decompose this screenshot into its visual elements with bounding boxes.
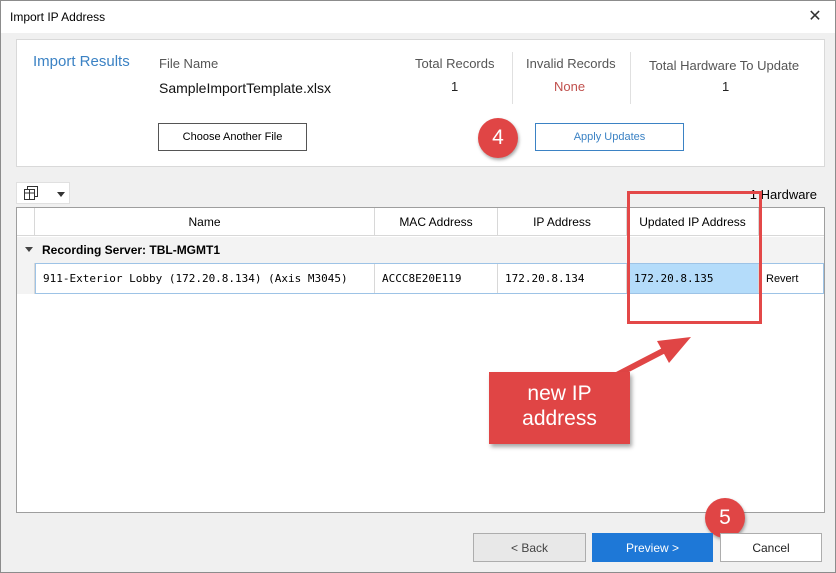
title-bar: Import IP Address ✕ bbox=[1, 1, 835, 33]
column-header-name[interactable]: Name bbox=[35, 208, 375, 236]
total-hardware-label: Total Hardware To Update bbox=[649, 58, 800, 73]
file-name-label: File Name bbox=[159, 56, 219, 71]
revert-link[interactable]: Revert bbox=[759, 264, 823, 293]
column-chooser-button[interactable] bbox=[16, 182, 70, 204]
step-4-badge: 4 bbox=[478, 118, 518, 158]
file-name-value: SampleImportTemplate.xlsx bbox=[159, 80, 331, 96]
divider bbox=[630, 52, 631, 104]
column-header-action bbox=[759, 208, 824, 236]
updated-ip-highlight-box bbox=[627, 191, 762, 324]
import-results-heading: Import Results bbox=[33, 53, 130, 70]
total-hardware-value: 1 bbox=[722, 79, 730, 94]
cell-ip: 172.20.8.134 bbox=[498, 264, 627, 293]
choose-another-file-button[interactable]: Choose Another File bbox=[158, 123, 307, 151]
callout-text: new IP address bbox=[522, 382, 597, 430]
header-spacer bbox=[17, 208, 35, 236]
column-chooser-icon bbox=[24, 186, 38, 200]
invalid-records-label: Invalid Records bbox=[526, 56, 616, 71]
cancel-button[interactable]: Cancel bbox=[720, 533, 822, 562]
step-5-badge: 5 bbox=[705, 498, 745, 538]
total-records-label: Total Records bbox=[415, 56, 495, 71]
cell-name: 911-Exterior Lobby (172.20.8.134) (Axis … bbox=[36, 264, 375, 293]
preview-button[interactable]: Preview > bbox=[592, 533, 713, 562]
chevron-down-icon bbox=[57, 192, 65, 197]
invalid-records-value: None bbox=[554, 79, 586, 94]
import-results-panel: Import Results File Name SampleImportTem… bbox=[16, 39, 825, 167]
column-header-ip[interactable]: IP Address bbox=[498, 208, 627, 236]
back-button[interactable]: < Back bbox=[473, 533, 586, 562]
cell-mac: ACCC8E20E119 bbox=[375, 264, 498, 293]
import-ip-dialog: Import IP Address ✕ Import Results File … bbox=[0, 0, 836, 573]
new-ip-callout: new IP address bbox=[489, 372, 630, 444]
chevron-down-icon[interactable] bbox=[25, 247, 33, 252]
row-indicator bbox=[17, 263, 35, 294]
column-header-mac[interactable]: MAC Address bbox=[375, 208, 498, 236]
close-icon[interactable]: ✕ bbox=[805, 7, 825, 27]
apply-updates-button[interactable]: Apply Updates bbox=[535, 123, 684, 151]
group-label: Recording Server: TBL-MGMT1 bbox=[42, 243, 221, 257]
total-records-value: 1 bbox=[451, 79, 459, 94]
divider bbox=[512, 52, 513, 104]
dialog-title: Import IP Address bbox=[10, 10, 106, 24]
